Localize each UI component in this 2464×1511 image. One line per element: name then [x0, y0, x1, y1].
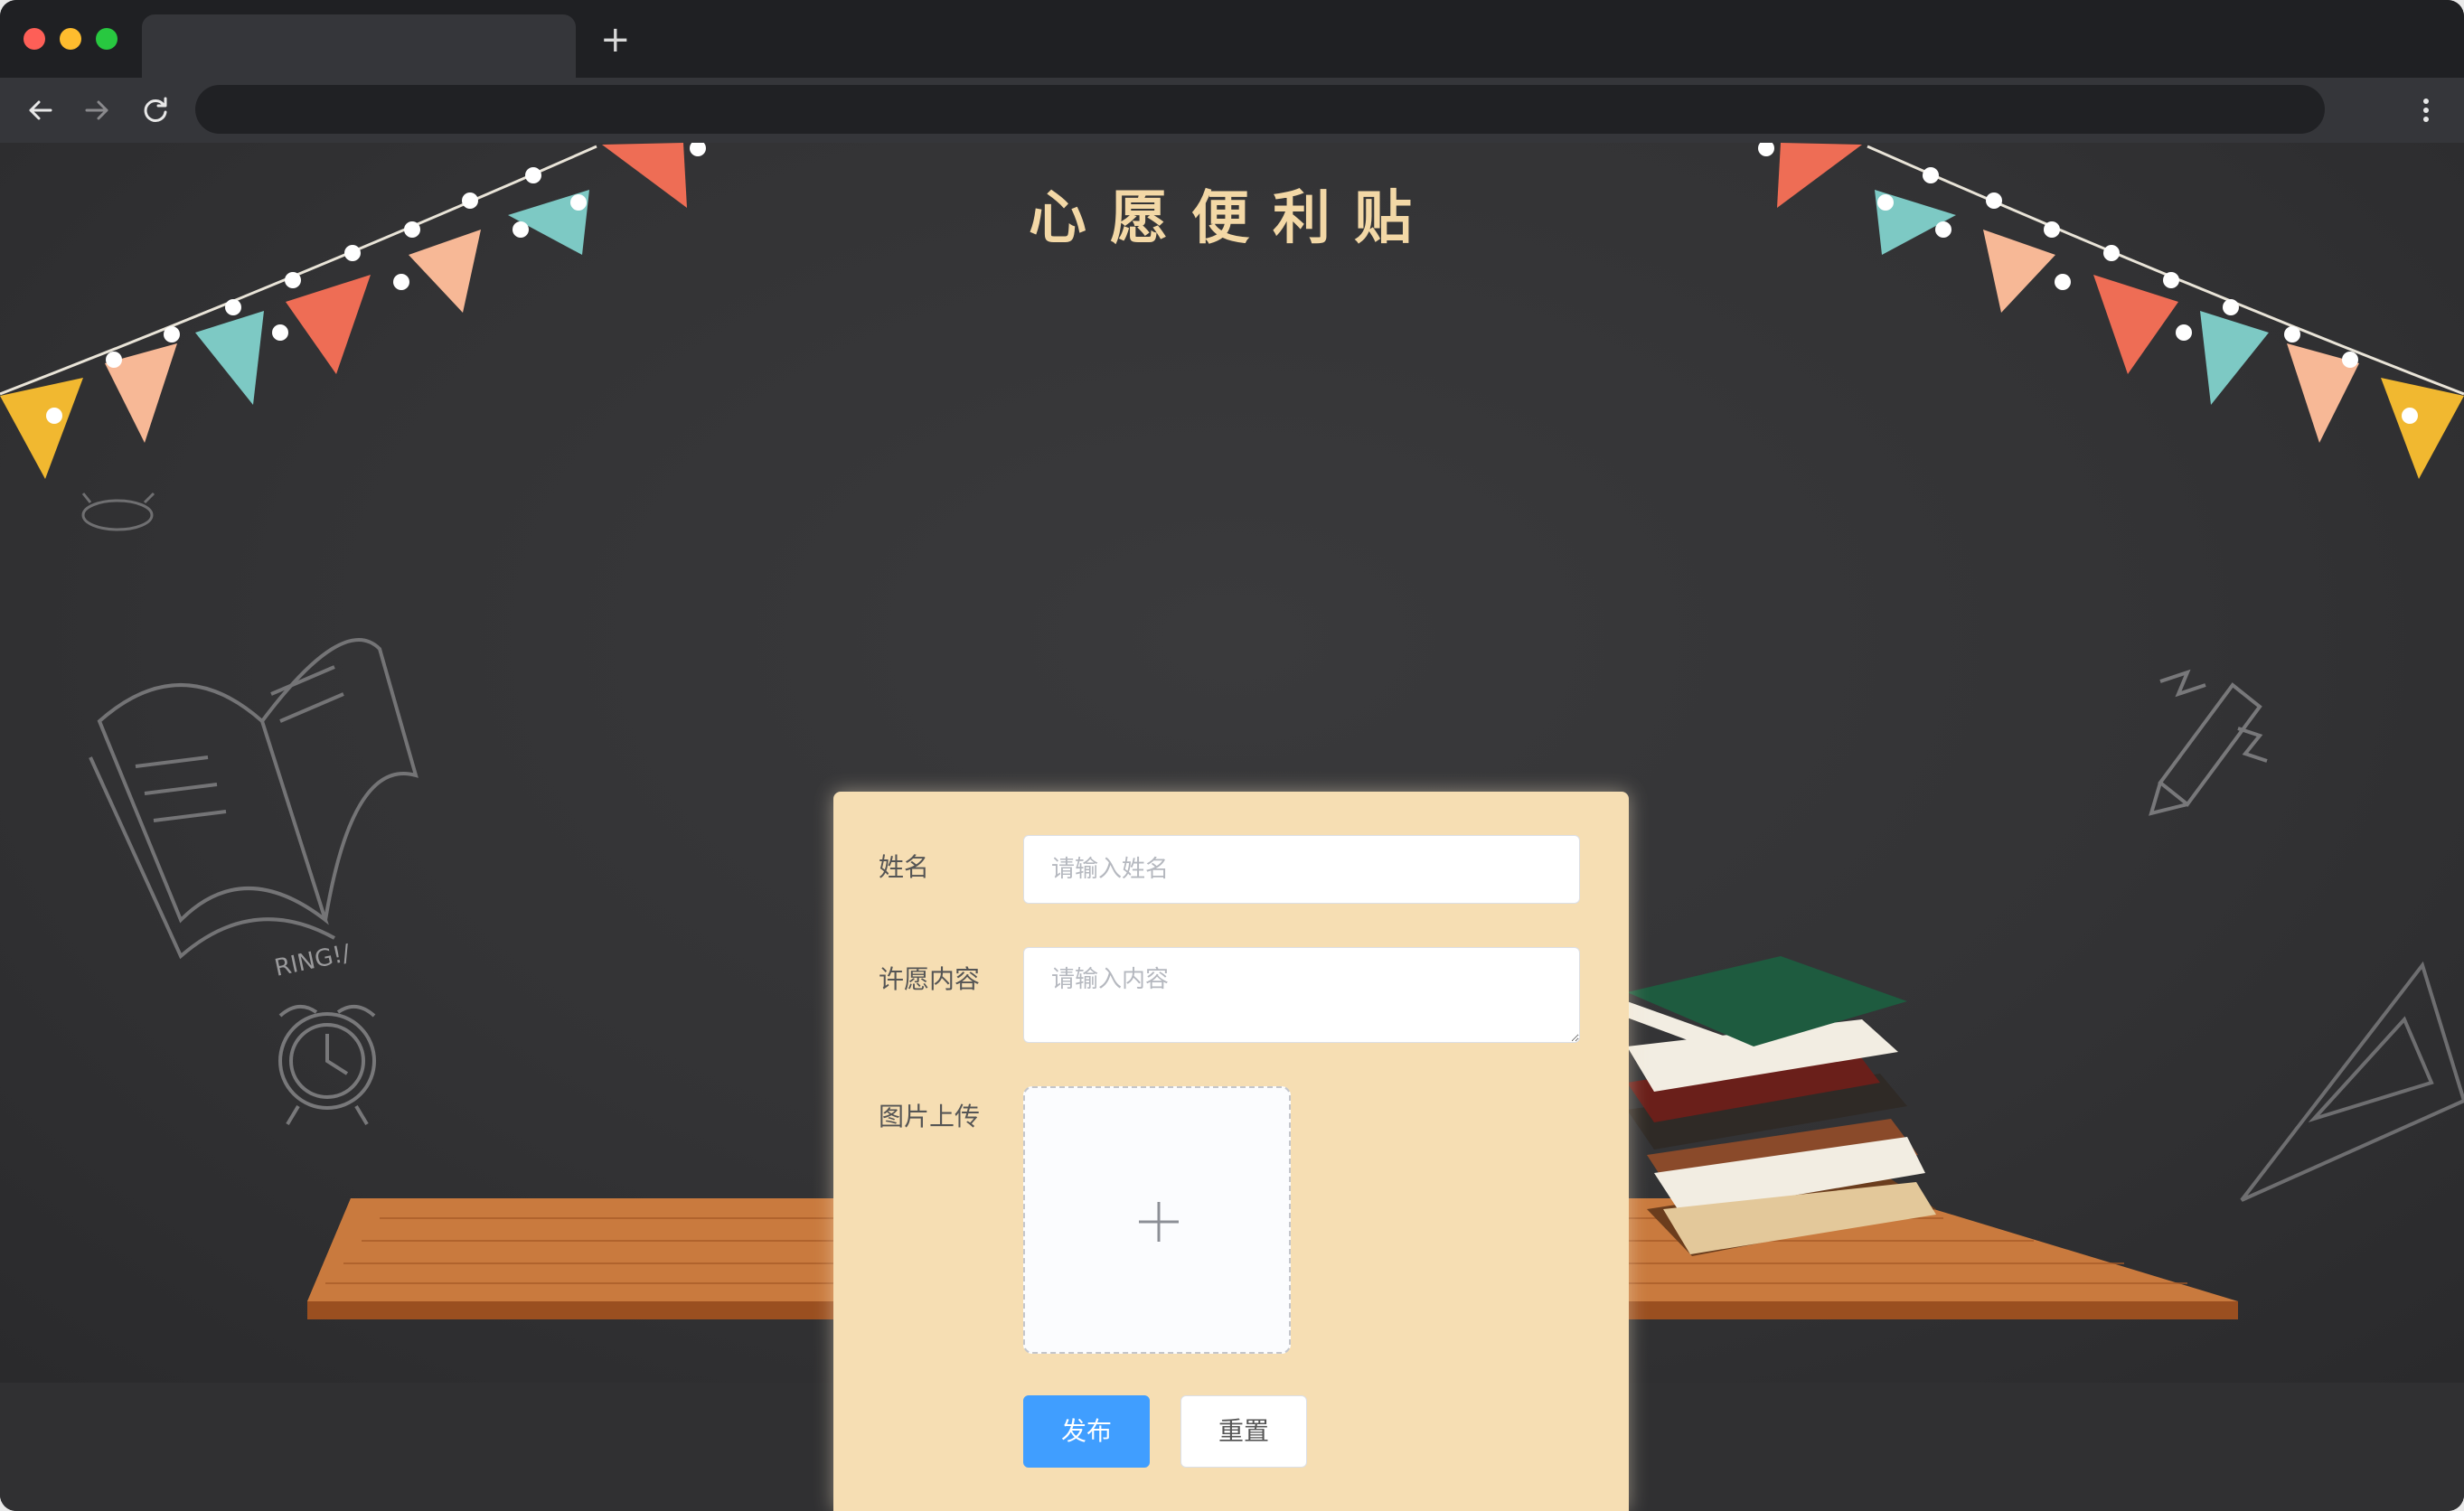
name-label: 姓名	[879, 852, 930, 882]
tab-bar: +	[0, 0, 2464, 78]
triangle-ruler-icon	[2240, 961, 2464, 1202]
name-input[interactable]	[1023, 835, 1580, 904]
browser-window: + RING!/ 心愿便利贴 姓名 请输入姓名 许愿内容 请输入内容 图片上传 …	[0, 0, 2464, 1511]
alarm-clock-icon	[278, 1005, 376, 1126]
address-bar[interactable]	[195, 85, 2325, 134]
minimize-window-button[interactable]	[60, 28, 81, 50]
book-stack-icon	[1627, 956, 1936, 1256]
plus-icon	[1139, 1202, 1179, 1242]
browser-tab[interactable]	[142, 14, 576, 78]
reload-icon[interactable]	[136, 90, 175, 130]
image-upload-label: 图片上传	[879, 1102, 981, 1131]
wish-content-label: 许愿内容	[879, 964, 981, 994]
wish-form-card: 姓名 许愿内容 图片上传 发布 重置	[833, 792, 1629, 1511]
forward-arrow-icon[interactable]	[78, 90, 118, 130]
open-book-icon	[89, 638, 419, 960]
publish-button[interactable]: 发布	[1023, 1395, 1150, 1468]
pencil-icon	[2149, 669, 2268, 816]
maximize-window-button[interactable]	[96, 28, 118, 50]
close-window-button[interactable]	[24, 28, 45, 50]
kebab-menu-icon[interactable]	[2408, 90, 2444, 130]
clock-text: RING!/	[272, 940, 353, 982]
chalk-doodle-icon	[81, 492, 155, 531]
image-upload-area[interactable]	[1023, 1086, 1291, 1354]
wish-content-textarea[interactable]	[1023, 947, 1580, 1043]
new-tab-button[interactable]: +	[600, 22, 631, 58]
reset-button[interactable]: 重置	[1180, 1395, 1307, 1468]
back-arrow-icon[interactable]	[20, 90, 60, 130]
page-viewport: RING!/ 心愿便利贴 姓名 请输入姓名 许愿内容 请输入内容 图片上传 发布…	[0, 143, 2464, 1511]
page-title: 心愿便利贴	[1029, 184, 1435, 252]
